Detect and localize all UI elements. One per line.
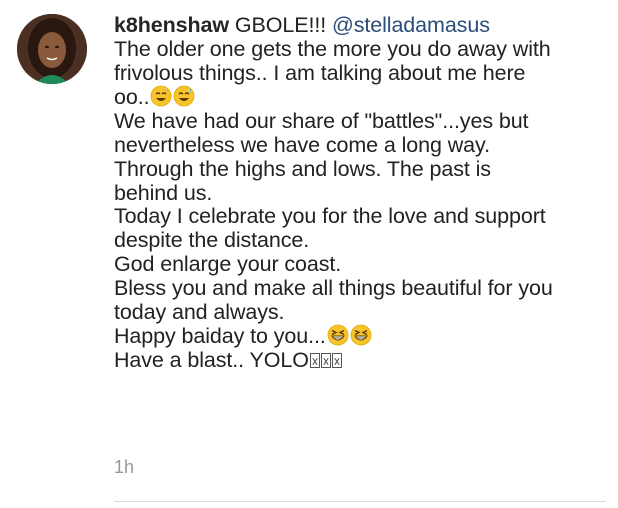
profile-photo [17, 14, 87, 84]
sweat-smile-emoji-icon [173, 85, 195, 107]
grinning-squint-emoji-icon [327, 324, 349, 346]
unrendered-emoji-icon [331, 353, 342, 369]
avatar[interactable] [17, 14, 87, 84]
comment-greeting: GBOLE!!! [234, 13, 327, 37]
comment-line: behind us. [114, 180, 213, 205]
comment-timestamp: 1h [114, 457, 135, 477]
comment-line-text: Happy baiday to you... [114, 324, 326, 349]
comment-line: Through the highs and lows. The past is [114, 156, 491, 181]
comment-line: Today I celebrate you for the love and s… [114, 204, 546, 229]
grinning-squint-emoji-icon [350, 324, 372, 346]
comment-username[interactable]: k8henshaw [114, 13, 229, 37]
comment-line: Happy baiday to you... [114, 324, 609, 349]
comment-line: oo.. [114, 85, 609, 110]
comment-body: k8henshaw GBOLE!!! @stelladamasus The ol… [114, 13, 609, 373]
comment-first-line: k8henshaw GBOLE!!! @stelladamasus [114, 13, 609, 38]
comment-line: We have had our share of "battles"...yes… [114, 109, 529, 134]
comment-line-text: oo.. [114, 85, 150, 110]
unrendered-emoji-icon [309, 353, 320, 369]
comment-line: frivolous things.. I am talking about me… [114, 60, 526, 85]
unrendered-emoji-icon [320, 353, 331, 369]
mention-link[interactable]: @stelladamasus [332, 13, 490, 37]
comment-line: today and always. [114, 299, 285, 324]
comment-line: God enlarge your coast. [114, 251, 342, 276]
comment-line: despite the distance. [114, 228, 310, 253]
comment-line: nevertheless we have come a long way. [114, 132, 490, 157]
comment-line-text: Have a blast.. YOLO [114, 348, 309, 373]
divider [114, 501, 606, 502]
comment-line: Have a blast.. YOLO [114, 348, 609, 373]
comment-line: Bless you and make all things beautiful … [114, 275, 553, 300]
sweat-smile-emoji-icon [150, 85, 172, 107]
comment-line: The older one gets the more you do away … [114, 36, 551, 61]
